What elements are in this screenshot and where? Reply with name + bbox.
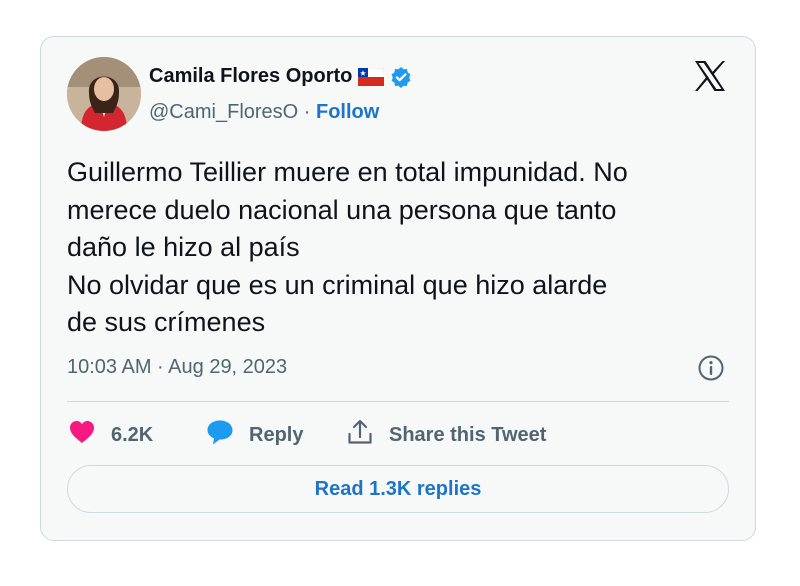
tweet-text: Guillermo Teillier muere en total impuni… [67,157,628,337]
author-name[interactable]: Camila Flores Oporto [149,65,352,88]
tweet-actions: 6.2K Reply Share this Tweet [67,417,546,453]
separator: · [298,101,316,123]
author-handle[interactable]: @Cami_FloresO [149,101,298,123]
share-icon [345,417,375,453]
divider [67,401,729,402]
author-name-row: Camila Flores Oporto [149,65,412,88]
reply-bubble-icon [205,417,235,453]
tweet-timestamp[interactable]: 10:03 AM · Aug 29, 2023 [67,356,287,379]
x-logo-icon[interactable] [693,59,727,93]
like-count: 6.2K [111,423,154,446]
chile-flag-icon [358,67,385,86]
read-replies-button[interactable]: Read 1.3K replies [67,465,729,513]
verified-badge-icon [390,66,412,88]
like-button[interactable]: 6.2K [67,417,205,453]
share-label: Share this Tweet [389,423,547,446]
reply-label: Reply [249,423,304,446]
heart-icon [67,417,97,453]
follow-button[interactable]: Follow [316,101,379,123]
avatar[interactable] [67,57,141,131]
tweet-card: Camila Flores Oporto @Cami_FloresO · Fol… [40,36,756,541]
reply-button[interactable]: Reply [205,417,345,453]
author-handle-row: @Cami_FloresO · Follow [149,101,379,124]
info-icon[interactable] [697,354,725,382]
share-button[interactable]: Share this Tweet [345,417,546,453]
